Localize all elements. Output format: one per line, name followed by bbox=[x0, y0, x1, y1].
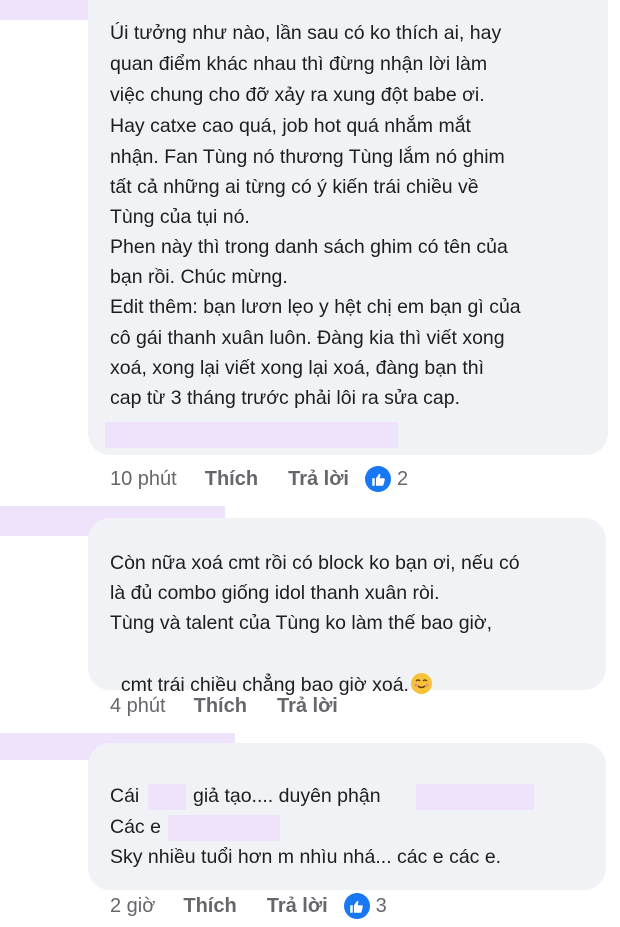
comment-line: giả tạo.... duyên phận bbox=[193, 785, 381, 807]
redacted-name bbox=[105, 422, 398, 448]
comment-line: quan điểm khác nhau thì đừng nhận lời là… bbox=[110, 53, 488, 75]
comment-line: tất cả những ai từng có ý kiến trái chiề… bbox=[110, 176, 479, 198]
reaction-count: 3 bbox=[375, 894, 387, 917]
comment-line: cmt trái chiều chẳng bao giờ xoá. bbox=[120, 674, 409, 696]
comment-line: Úi tưởng như nào, lần sau có ko thích ai… bbox=[110, 22, 502, 44]
like-icon bbox=[343, 893, 370, 919]
like-icon bbox=[365, 466, 391, 492]
comment-line: việc chung cho đỡ xảy ra xung đột babe ơ… bbox=[110, 84, 485, 106]
comment-line: là đủ combo giống idol thanh xuân ròi. bbox=[110, 582, 440, 604]
comment-line: bạn rồi. Chúc mừng. bbox=[110, 266, 288, 288]
comment-line: Tùng của tụi nó. bbox=[110, 206, 250, 228]
comment-actions: 10 phút Thích Trả lời 2 bbox=[110, 466, 408, 492]
redacted-text bbox=[416, 784, 534, 810]
comment-line: Phen này thì trong danh sách ghim có tên… bbox=[110, 236, 508, 258]
like-button[interactable]: Thích bbox=[183, 895, 236, 918]
comment-line: cô gái thanh xuân luôn. Đàng kia thì viế… bbox=[110, 327, 505, 349]
redacted-text bbox=[168, 815, 280, 841]
comment-line: Hay catxe cao quá, job hot quá nhắm mắt bbox=[110, 115, 471, 137]
comment-line: nhận. Fan Tùng nó thương Tùng lắm nó ghi… bbox=[110, 146, 505, 168]
comment-time[interactable]: 2 giờ bbox=[110, 895, 155, 918]
comment-line: xoá, xong lại viết xong lại xoá, đàng bạ… bbox=[110, 357, 485, 379]
comment-line: Các e bbox=[110, 816, 161, 838]
comment-time[interactable]: 10 phút bbox=[110, 468, 177, 491]
like-button[interactable]: Thích bbox=[194, 695, 247, 718]
smiling-face-emoji-icon bbox=[410, 673, 432, 694]
comment-line: Còn nữa xoá cmt rồi có block ko bạn ơi, … bbox=[110, 552, 520, 574]
comment-line: Tùng và talent của Tùng ko làm thế bao g… bbox=[110, 612, 493, 634]
comment-line: cap từ 3 tháng trước phải lôi ra sửa cap… bbox=[110, 387, 461, 409]
reaction-summary[interactable]: 2 bbox=[365, 466, 408, 492]
comment-time[interactable]: 4 phút bbox=[110, 695, 166, 718]
like-button[interactable]: Thích bbox=[205, 468, 258, 491]
comment-line: Edit thêm: bạn lươn lẹo y hệt chị em bạn… bbox=[110, 296, 521, 318]
comment-actions: 2 giờ Thích Trả lời 3 bbox=[110, 893, 387, 919]
reaction-count: 2 bbox=[397, 467, 409, 490]
comment-line-with-emoji: cmt trái chiều chẳng bao giờ xoá. bbox=[110, 639, 432, 701]
reaction-summary[interactable]: 3 bbox=[343, 893, 387, 919]
comment-line: Cái bbox=[110, 785, 140, 807]
comment-actions: 4 phút Thích Trả lời bbox=[110, 695, 338, 718]
reply-button[interactable]: Trả lời bbox=[288, 468, 349, 491]
comment-line: Sky nhiều tuổi hơn m nhìu nhá... các e c… bbox=[110, 846, 502, 868]
redacted-text bbox=[148, 784, 186, 810]
reply-button[interactable]: Trả lời bbox=[277, 695, 338, 718]
reply-button[interactable]: Trả lời bbox=[267, 895, 328, 918]
